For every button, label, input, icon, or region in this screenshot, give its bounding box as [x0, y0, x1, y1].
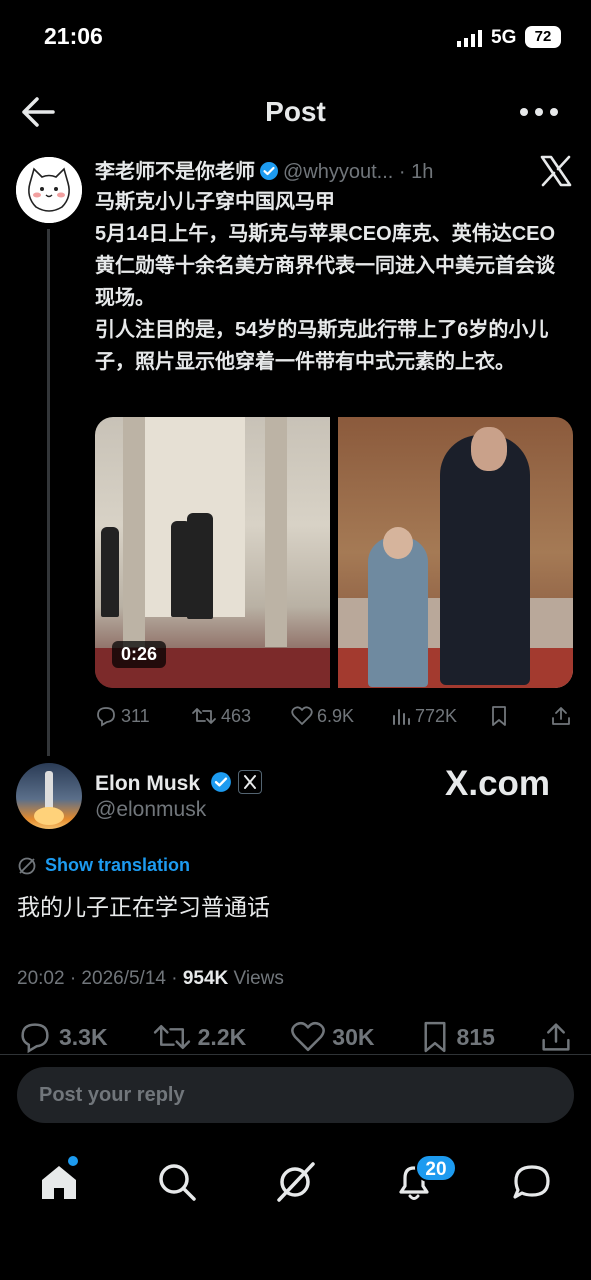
video-duration: 0:26: [112, 641, 167, 668]
quoted-author-handle: @whyyout...: [283, 161, 394, 183]
repost-count: 2.2K: [197, 1023, 247, 1050]
views-count: 954K: [182, 968, 229, 989]
views-count: 772K: [415, 705, 458, 726]
top-bar: Post: [0, 80, 591, 144]
heart-icon: [291, 1021, 326, 1052]
post-actions: 3.3K 2.2K 30K 815: [17, 1019, 573, 1055]
quoted-post-time: 1h: [411, 161, 434, 183]
person-figure: [101, 527, 119, 617]
flame-shape: [34, 807, 64, 825]
bookmark-action[interactable]: 815: [419, 1020, 495, 1054]
like-count: 30K: [332, 1023, 375, 1050]
bookmark-icon: [424, 1021, 446, 1053]
quoted-author-avatar[interactable]: [16, 157, 82, 223]
quoted-text-line: 引人注目的是，54岁的马斯克此行带上了6岁的小儿子，照片显示他穿着一件带有中式元…: [95, 319, 549, 373]
views-label: Views: [228, 968, 284, 989]
reply-count: 3.3K: [59, 1023, 108, 1050]
xcom-watermark: X.com: [445, 764, 551, 803]
network-label: 5G: [491, 27, 517, 48]
author-name-row: Elon Musk: [95, 770, 262, 796]
x-affiliate-badge-icon[interactable]: [237, 770, 262, 794]
signal-icon: [457, 30, 482, 47]
quoted-text-line: 马斯克小儿子穿中国风马甲: [95, 191, 335, 213]
photo-thumbnail[interactable]: [338, 417, 573, 688]
post-timestamp: 20:02 · 2026/5/14 ·: [17, 968, 183, 989]
reply-action[interactable]: 3.3K: [17, 1020, 108, 1054]
reply-icon: [21, 1023, 49, 1054]
bookmark-count: 815: [456, 1023, 495, 1050]
child-head: [383, 527, 413, 559]
bottom-nav: 20: [0, 1140, 591, 1230]
quoted-post-header: 李老师不是你老师 @whyyout... · 1h: [95, 155, 433, 183]
pillar: [265, 417, 287, 647]
quoted-post-actions: 311 463 6.9K 772K: [95, 702, 575, 730]
more-options-icon[interactable]: [518, 100, 560, 124]
translate-icon: [18, 857, 36, 874]
divider: [0, 1054, 591, 1055]
share-icon[interactable]: [539, 1020, 573, 1054]
repost-action[interactable]: 463: [191, 705, 251, 727]
views-chart-icon: [393, 709, 410, 725]
person-figure: [440, 435, 530, 685]
like-count: 6.9K: [317, 705, 355, 726]
pillar: [123, 417, 145, 647]
separator-dot: ·: [398, 161, 406, 183]
page-title: Post: [265, 96, 326, 127]
messages-icon[interactable]: [510, 1160, 554, 1204]
quoted-text-line: 5月14日上午，马斯克与苹果CEO库克、英伟达CEO黄仁勋等十余名美方商界代表一…: [95, 223, 556, 309]
person-figure: [187, 513, 213, 619]
post-meta: 20:02 · 2026/5/14 · 954K Views: [17, 968, 284, 990]
author-avatar[interactable]: [16, 763, 82, 829]
post-text: 我的儿子正在学习普通话: [17, 894, 270, 920]
repost-action[interactable]: 2.2K: [152, 1020, 247, 1054]
quoted-post-text: 马斯克小儿子穿中国风马甲 5月14日上午，马斯克与苹果CEO库克、英伟达CEO黄…: [95, 186, 565, 378]
like-action[interactable]: 30K: [290, 1021, 374, 1053]
rocket-shape: [45, 771, 53, 809]
author-name[interactable]: Elon Musk: [95, 772, 200, 795]
status-time: 21:06: [44, 23, 103, 49]
repost-count: 463: [221, 705, 252, 726]
verified-badge-icon: [260, 162, 278, 180]
quoted-author-name[interactable]: 李老师不是你老师: [95, 161, 255, 183]
verified-badge-icon: [210, 772, 231, 792]
child-figure: [368, 537, 428, 687]
repost-icon: [192, 708, 216, 724]
home-notification-dot: [68, 1156, 78, 1166]
views-action[interactable]: 772K: [391, 706, 457, 727]
reply-count: 311: [121, 705, 150, 726]
reply-placeholder: Post your reply: [39, 1083, 185, 1106]
show-translation-label: Show translation: [45, 855, 191, 875]
search-icon[interactable]: [155, 1160, 199, 1204]
repost-icon: [153, 1025, 190, 1049]
thread-line: [47, 229, 50, 756]
reply-action[interactable]: 311: [95, 705, 150, 727]
person-head: [471, 427, 507, 471]
bookmark-icon[interactable]: [489, 705, 509, 727]
x-logo-icon: [540, 155, 572, 187]
like-action[interactable]: 6.9K: [291, 706, 354, 727]
video-thumbnail[interactable]: 0:26: [95, 417, 330, 688]
grok-icon[interactable]: [273, 1160, 317, 1204]
status-bar: 21:06 5G 72: [0, 0, 591, 76]
share-icon[interactable]: [550, 705, 572, 727]
heart-icon: [291, 706, 313, 725]
media-gallery[interactable]: 0:26: [95, 417, 573, 688]
battery-indicator: 72: [525, 26, 561, 48]
author-handle: @elonmusk: [95, 798, 207, 821]
home-icon[interactable]: [37, 1160, 81, 1204]
reply-input[interactable]: Post your reply: [17, 1067, 574, 1123]
reply-icon: [97, 707, 115, 727]
show-translation-link[interactable]: Show translation: [17, 855, 190, 876]
notifications-badge: 20: [415, 1154, 457, 1182]
cat-drawing-icon: [16, 157, 82, 223]
